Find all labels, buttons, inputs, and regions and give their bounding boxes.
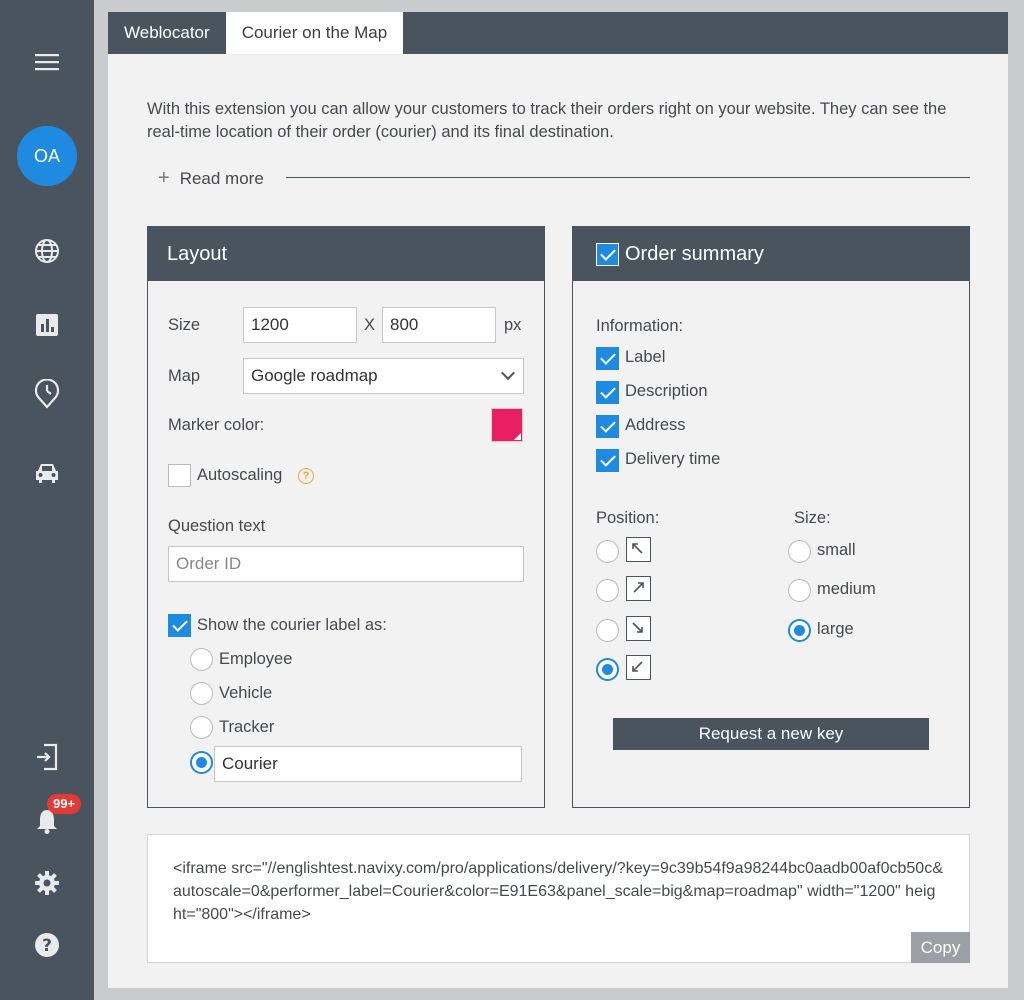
map-label: Map xyxy=(168,367,201,385)
size-x-label: X xyxy=(364,316,376,334)
info-description-checkbox[interactable] xyxy=(596,381,619,404)
divider xyxy=(286,177,970,178)
help-icon[interactable]: ? xyxy=(0,930,94,960)
intro-text: With this extension you can allow your c… xyxy=(147,100,947,141)
request-new-key-button[interactable]: Request a new key xyxy=(613,718,929,750)
menu-icon[interactable] xyxy=(0,48,94,76)
logout-icon[interactable] xyxy=(0,742,94,772)
position-label: Position: xyxy=(596,509,660,527)
radio-vehicle[interactable] xyxy=(190,682,213,705)
radio-custom[interactable] xyxy=(190,751,213,774)
bell-icon[interactable] xyxy=(0,806,94,836)
info-description-text: Description xyxy=(625,382,708,400)
radio-tracker[interactable] xyxy=(190,716,213,739)
globe-icon[interactable] xyxy=(0,236,94,266)
svg-text:?: ? xyxy=(42,936,52,956)
read-more-label: Read more xyxy=(179,168,264,188)
embed-code-box[interactable]: <iframe src="//englishtest.navixy.com/pr… xyxy=(147,834,970,963)
order-summary-header: Order summary xyxy=(573,227,969,281)
car-icon[interactable] xyxy=(0,458,94,488)
size-option-label: Size: xyxy=(794,509,831,527)
user-avatar[interactable]: OA xyxy=(0,126,94,186)
main-panel: Weblocator Courier on the Map With this … xyxy=(108,12,1008,988)
embed-code-text: <iframe src="//englishtest.navixy.com/pr… xyxy=(173,860,943,923)
position-bottom-right-radio[interactable] xyxy=(596,619,619,642)
gear-icon[interactable] xyxy=(0,868,94,898)
order-summary-section: Order summary Information: Label Descrip… xyxy=(572,226,970,808)
position-top-right-radio[interactable] xyxy=(596,579,619,602)
size-label: Size xyxy=(168,316,201,334)
question-text-input[interactable]: Order ID xyxy=(168,546,524,582)
position-bottom-left-icon xyxy=(626,655,651,680)
position-bottom-left-radio[interactable] xyxy=(596,658,619,681)
position-top-left-radio[interactable] xyxy=(596,540,619,563)
radio-employee-label: Employee xyxy=(219,650,293,668)
marker-color-label: Marker color: xyxy=(168,416,265,434)
tab-bar: Weblocator Courier on the Map xyxy=(108,12,1008,54)
show-courier-label-checkbox[interactable] xyxy=(168,614,191,637)
size-small-label: small xyxy=(817,541,856,559)
autoscaling-checkbox[interactable] xyxy=(168,464,191,487)
layout-section: Layout Size 1200 X 800 px Map Google roa… xyxy=(147,226,545,808)
position-bottom-right-icon xyxy=(626,616,651,641)
custom-label-input[interactable]: Courier xyxy=(214,746,522,782)
position-top-left-icon xyxy=(626,537,651,562)
copy-button[interactable]: Copy xyxy=(911,932,970,963)
avatar-initials: OA xyxy=(17,126,77,186)
marker-color-swatch[interactable] xyxy=(491,408,523,442)
radio-vehicle-label: Vehicle xyxy=(219,684,273,702)
plus-icon: + xyxy=(158,167,170,189)
radio-employee[interactable] xyxy=(190,648,213,671)
tab-weblocator[interactable]: Weblocator xyxy=(108,12,226,54)
history-pin-icon[interactable] xyxy=(0,378,94,410)
position-top-right-icon xyxy=(626,576,651,601)
info-delivery-time-text: Delivery time xyxy=(625,450,721,468)
layout-title: Layout xyxy=(148,227,544,281)
question-text-label: Question text xyxy=(168,517,266,535)
info-label-text: Label xyxy=(625,348,666,366)
tab-courier-on-the-map[interactable]: Courier on the Map xyxy=(225,12,404,54)
reports-chart-icon[interactable] xyxy=(0,310,94,340)
size-large-label: large xyxy=(817,620,854,638)
show-courier-label-text: Show the courier label as: xyxy=(197,616,387,634)
size-medium-radio[interactable] xyxy=(788,579,811,602)
info-address-text: Address xyxy=(625,416,686,434)
size-small-radio[interactable] xyxy=(788,540,811,563)
read-more-toggle[interactable]: + Read more xyxy=(158,167,264,190)
information-label: Information: xyxy=(596,317,684,335)
height-input[interactable]: 800 xyxy=(382,307,496,343)
help-circle-icon[interactable]: ? xyxy=(298,468,314,484)
notifications-badge: 99+ xyxy=(47,794,82,814)
size-medium-label: medium xyxy=(817,580,876,598)
map-select-value: Google roadmap xyxy=(251,366,378,385)
size-unit-label: px xyxy=(504,316,522,334)
info-delivery-time-checkbox[interactable] xyxy=(596,449,619,472)
autoscaling-label: Autoscaling xyxy=(197,466,283,484)
info-label-checkbox[interactable] xyxy=(596,347,619,370)
width-input[interactable]: 1200 xyxy=(243,307,357,343)
order-summary-title: Order summary xyxy=(625,242,764,265)
map-select[interactable]: Google roadmap xyxy=(243,358,524,394)
order-summary-checkbox[interactable] xyxy=(596,242,619,266)
sidebar: OA 99+ ? xyxy=(0,0,94,1000)
chevron-down-icon xyxy=(500,365,516,381)
radio-tracker-label: Tracker xyxy=(219,718,275,736)
info-address-checkbox[interactable] xyxy=(596,415,619,438)
size-large-radio[interactable] xyxy=(788,619,811,642)
